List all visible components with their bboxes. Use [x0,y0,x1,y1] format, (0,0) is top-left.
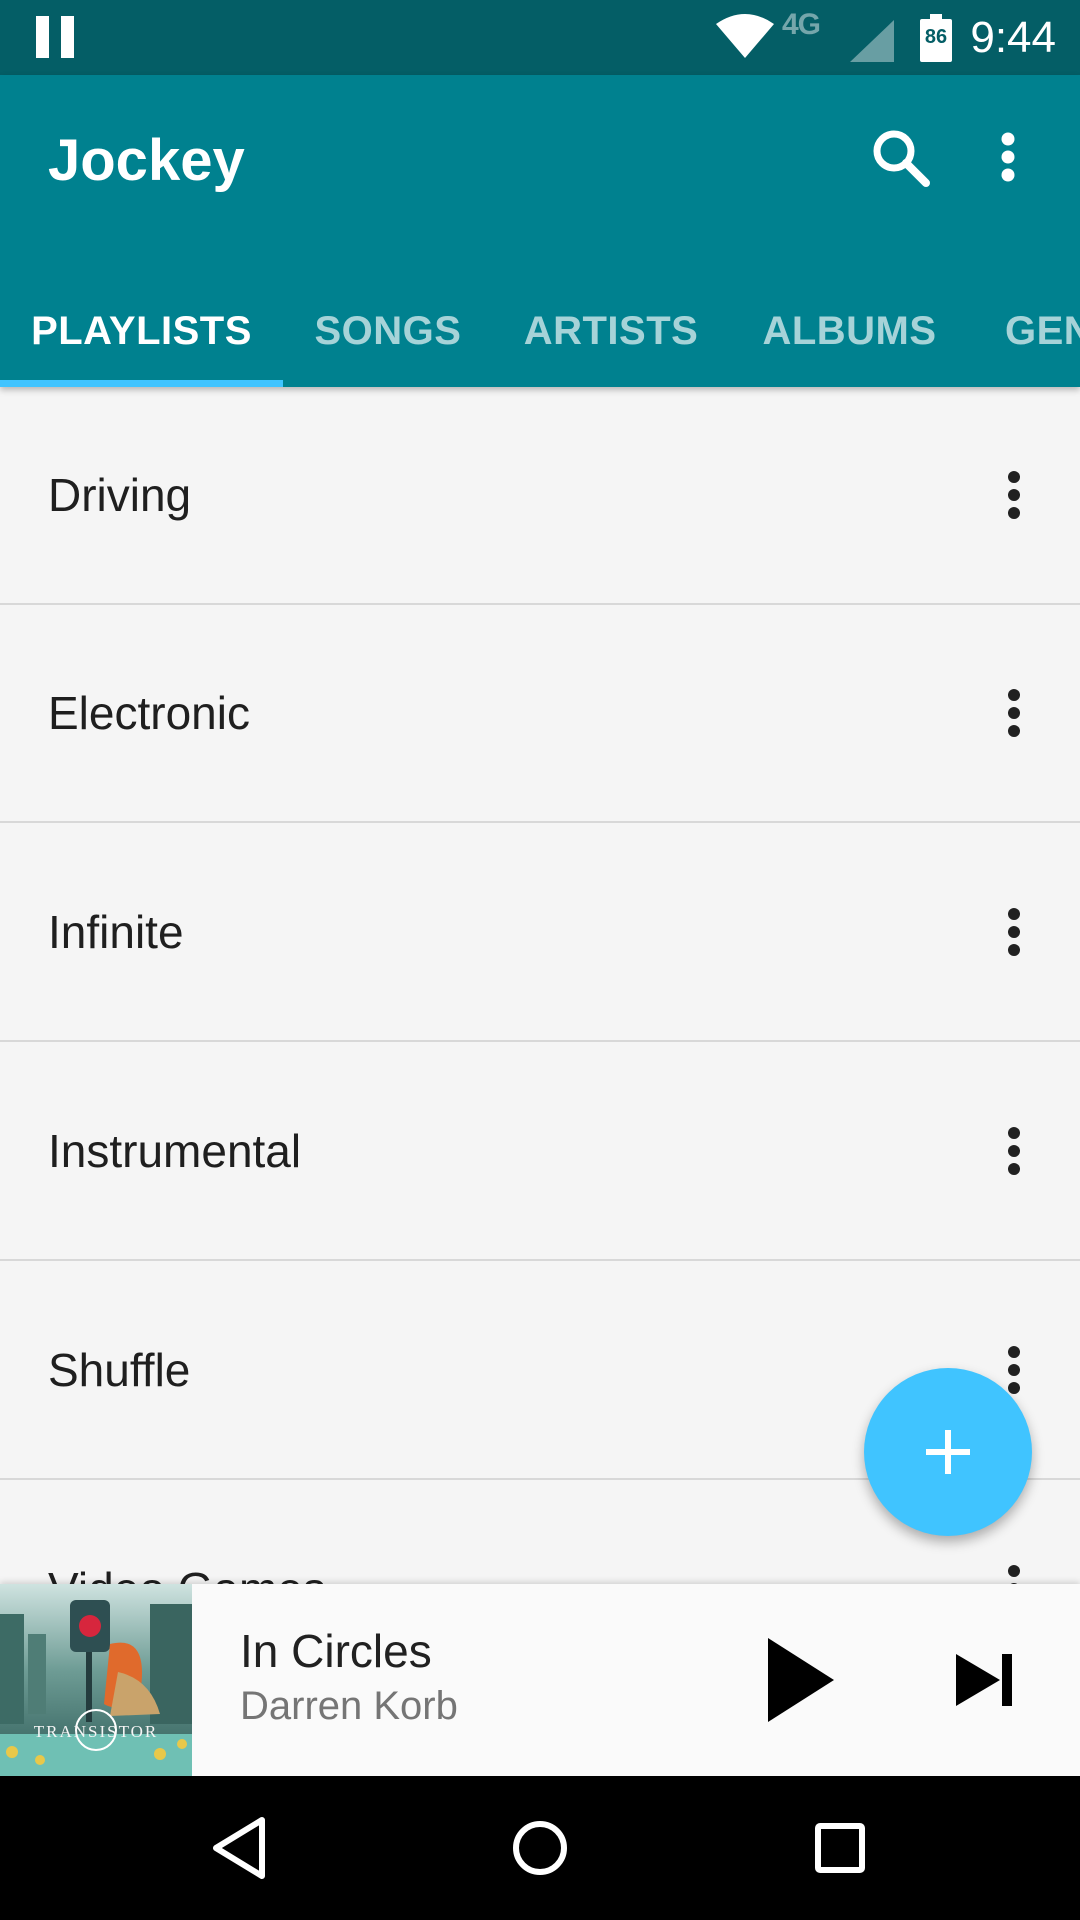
tab-songs[interactable]: SONGS [283,275,493,387]
more-vert-icon [1001,132,1015,182]
list-item[interactable]: Infinite [0,824,1080,1042]
play-button[interactable] [740,1620,860,1740]
item-menu-button[interactable] [966,665,1062,761]
more-vert-icon [1008,908,1020,956]
playlist-name: Electronic [48,687,250,739]
item-menu-button[interactable] [966,884,1062,980]
item-menu-button[interactable] [966,1103,1062,1199]
skip-next-icon [956,1654,1012,1706]
more-vert-icon [1008,689,1020,737]
song-artist: Darren Korb [240,1684,458,1728]
skip-next-button[interactable] [924,1620,1044,1740]
overflow-menu-button[interactable] [960,111,1056,207]
back-icon [213,1817,265,1879]
add-playlist-button[interactable] [864,1368,1032,1536]
playlist-name: Driving [48,469,192,521]
back-button[interactable] [190,1798,290,1898]
more-vert-icon [1008,1127,1020,1175]
song-title: In Circles [240,1625,432,1677]
tab-playlists[interactable]: PLAYLISTS [0,275,283,387]
status-bar: 4G 86 9:44 [0,0,1080,75]
tab-indicator [0,380,283,387]
play-icon [768,1638,834,1722]
recents-icon [815,1823,865,1873]
plus-icon [926,1430,970,1474]
list-item[interactable]: Instrumental [0,1043,1080,1261]
tab-artists[interactable]: ARTISTS [493,275,729,387]
home-button[interactable] [490,1798,590,1898]
pause-icon [36,16,74,58]
tab-bar: PLAYLISTS SONGS ARTISTS ALBUMS GEN [0,275,1080,387]
album-art-text: TRANSISTOR [33,1722,159,1741]
network-type-label: 4G [782,8,821,41]
search-icon [873,130,930,187]
search-button[interactable] [852,111,948,207]
playlist-name: Shuffle [48,1344,191,1396]
item-menu-button[interactable] [966,447,1062,543]
more-vert-icon [1008,471,1020,519]
now-playing-bar[interactable]: TRANSISTOR In Circles Darren Korb [0,1584,1080,1776]
playlist-name: Infinite [48,906,184,958]
playlist-name: Instrumental [48,1125,302,1177]
list-item[interactable]: Driving [0,387,1080,605]
battery-level: 86 [924,26,948,48]
home-icon [513,1821,567,1875]
album-art-image [0,1584,192,1776]
tab-genres[interactable]: GEN [970,275,1080,387]
app-title: Jockey [48,128,245,193]
album-art[interactable]: TRANSISTOR [0,1584,192,1776]
system-nav-bar [0,1776,1080,1920]
recents-button[interactable] [790,1798,890,1898]
wifi-icon [716,14,774,58]
app-bar: Jockey PLAYLISTS SONGS ARTISTS ALBUMS GE… [0,75,1080,387]
clock: 9:44 [970,13,1056,62]
list-item[interactable]: Electronic [0,605,1080,823]
tab-albums[interactable]: ALBUMS [729,275,970,387]
cell-signal-icon [850,20,894,62]
